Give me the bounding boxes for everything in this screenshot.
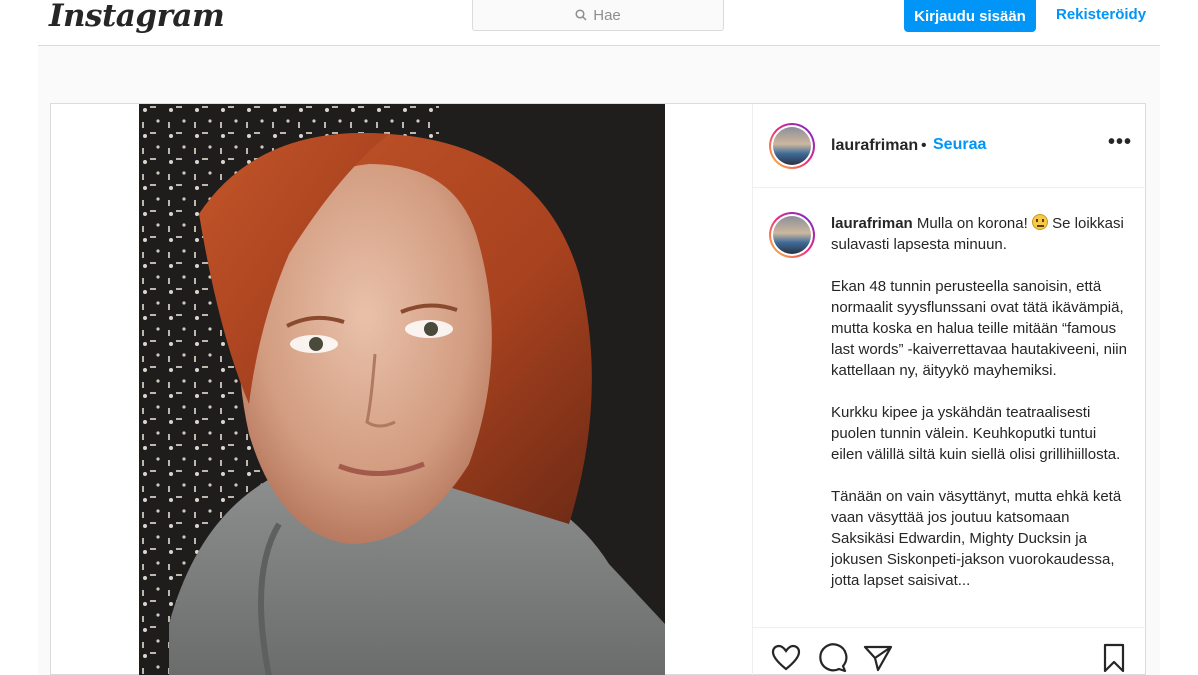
follow-button[interactable]: Seuraa	[933, 136, 986, 154]
comment-icon[interactable]	[816, 642, 848, 674]
caption-lead: Mulla on korona!	[916, 215, 1028, 232]
post-header: laurafriman • Seuraa •••	[753, 104, 1147, 188]
top-navbar: Instagram Hae Kirjaudu sisään Rekisteröi…	[38, 0, 1160, 46]
caption-avatar[interactable]	[769, 212, 815, 258]
post-sidebar: laurafriman • Seuraa ••• laurafriman Mul…	[752, 104, 1147, 675]
register-link[interactable]: Rekisteröidy	[1056, 6, 1146, 23]
post-action-bar	[753, 627, 1147, 675]
avatar[interactable]	[769, 123, 815, 169]
search-icon	[575, 9, 587, 21]
follow-separator: •	[921, 137, 927, 154]
bookmark-icon[interactable]	[1098, 642, 1130, 674]
caption-scroll-area[interactable]: laurafriman Mulla on korona! Se loikkasi…	[753, 189, 1147, 627]
post-photo[interactable]	[139, 104, 665, 675]
login-button[interactable]: Kirjaudu sisään	[904, 0, 1036, 32]
paper-plane-icon[interactable]	[862, 642, 894, 674]
post-card: laurafriman • Seuraa ••• laurafriman Mul…	[50, 103, 1147, 675]
selfie-illustration	[139, 104, 665, 675]
neutral-face-emoji-icon	[1031, 214, 1048, 230]
search-placeholder: Hae	[593, 6, 621, 24]
caption-paragraph-4: Tänään on vain väsyttänyt, mutta ehkä ke…	[831, 488, 1122, 589]
caption-username[interactable]: laurafriman	[831, 215, 913, 232]
instagram-logo[interactable]: Instagram	[49, 0, 225, 34]
more-options-icon[interactable]: •••	[1108, 131, 1132, 154]
caption-paragraph-3: Kurkku kipee ja yskähdän teatraalisesti …	[831, 404, 1121, 463]
post-author-username[interactable]: laurafriman	[831, 137, 918, 155]
search-input[interactable]: Hae	[472, 0, 724, 31]
caption-paragraph-2: Ekan 48 tunnin perusteella sanoisin, ett…	[831, 278, 1127, 379]
heart-icon[interactable]	[770, 642, 802, 674]
post-caption: laurafriman Mulla on korona! Se loikkasi…	[831, 213, 1129, 612]
